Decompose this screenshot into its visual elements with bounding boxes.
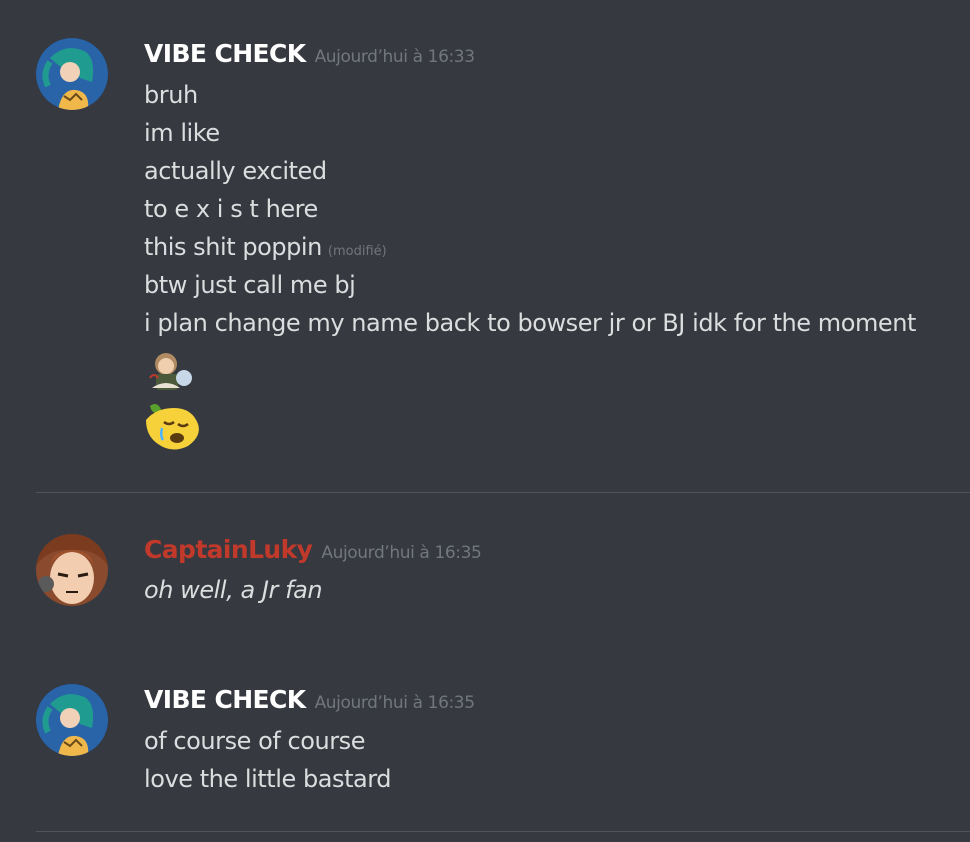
message-line: i plan change my name back to bowser jr … xyxy=(144,309,916,337)
username[interactable]: VIBE CHECK xyxy=(144,685,306,715)
message-divider xyxy=(36,492,970,493)
chat-messages: VIBE CHECK Aujourd’hui à 16:33 bruh im l… xyxy=(0,0,970,842)
message-text: this shit poppin xyxy=(144,233,322,261)
timestamp: Aujourd’hui à 16:33 xyxy=(314,47,475,67)
message-line: actually excited xyxy=(144,157,327,185)
message-line: love the little bastard xyxy=(144,765,392,793)
message-line: of course of course xyxy=(144,727,366,755)
message-line: this shit poppin (modifié) xyxy=(144,228,916,266)
username[interactable]: VIBE CHECK xyxy=(144,39,306,69)
message-line: bruh xyxy=(144,81,198,109)
message-line: to e x i s t here xyxy=(144,195,318,223)
message-line: btw just call me bj xyxy=(144,271,356,299)
message-line: im like xyxy=(144,119,220,147)
sad-lemon-emoji[interactable] xyxy=(144,400,200,450)
avatar[interactable] xyxy=(36,684,108,756)
custom-character-emoji[interactable] xyxy=(144,348,200,396)
avatar[interactable] xyxy=(36,38,108,110)
username[interactable]: CaptainLuky xyxy=(144,535,313,565)
avatar[interactable] xyxy=(36,534,108,606)
edited-label: (modifié) xyxy=(327,244,387,259)
message-line: oh well, a Jr fan xyxy=(144,576,323,604)
timestamp: Aujourd’hui à 16:35 xyxy=(321,543,482,563)
message-divider xyxy=(36,831,970,832)
timestamp: Aujourd’hui à 16:35 xyxy=(314,693,475,713)
